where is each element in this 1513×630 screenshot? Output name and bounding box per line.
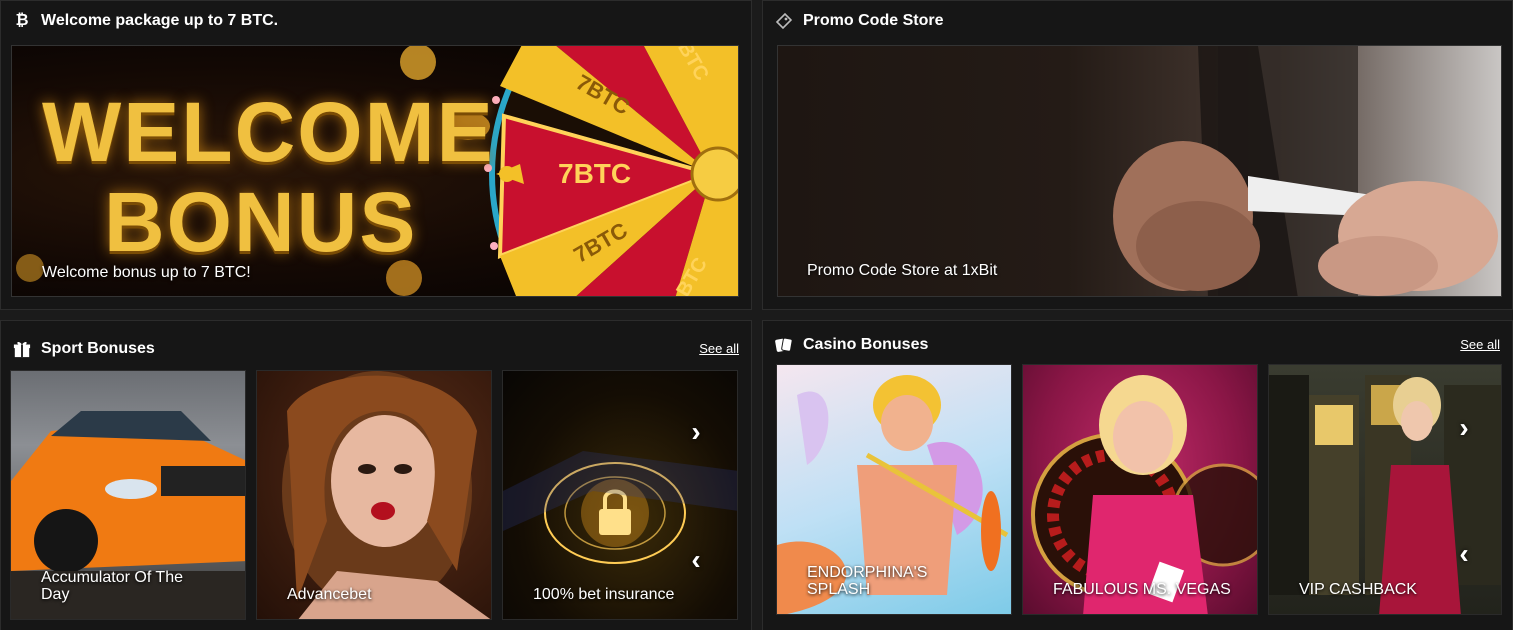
lock-network-image — [503, 451, 737, 564]
promo-panel-title: Promo Code Store — [803, 12, 944, 29]
casino-card-label: VIP CASHBACK — [1299, 581, 1417, 598]
sport-next-arrow[interactable]: › — [683, 416, 709, 447]
sport-panel-title: Sport Bonuses — [41, 340, 155, 357]
casino-card-label: ENDORPHINA'S SPLASH — [807, 564, 928, 598]
ticket-icon — [775, 12, 793, 30]
slot-machines-image — [1269, 375, 1501, 614]
casino-card-fabulous-vegas[interactable]: FABULOUS MS. VEGAS — [1022, 364, 1258, 615]
sport-card-bet-insurance[interactable]: › ‹ 100% bet insurance — [502, 370, 738, 620]
bitcoin-icon: ₿ — [15, 12, 29, 29]
casino-panel-header: Casino Bonuses — [763, 325, 1512, 365]
sport-card-label: 100% bet insurance — [533, 586, 675, 603]
welcome-banner-caption: Welcome bonus up to 7 BTC! — [42, 264, 251, 281]
promo-panel: Promo Code Store Promo Code Store at 1xB… — [762, 0, 1513, 310]
casino-card-vip-cashback[interactable]: › ‹ VIP CASHBACK — [1268, 364, 1502, 615]
welcome-banner-title-2: BONUS — [104, 175, 418, 269]
gift-icon — [13, 340, 31, 358]
casino-next-arrow[interactable]: › — [1451, 412, 1477, 443]
sport-prev-arrow[interactable]: ‹ — [683, 544, 709, 575]
welcome-panel: ₿ Welcome package up to 7 BTC. 7BTC 7BTC… — [0, 0, 752, 310]
promo-banner-caption: Promo Code Store at 1xBit — [807, 262, 998, 279]
casino-card-label: FABULOUS MS. VEGAS — [1053, 581, 1231, 598]
sport-panel-header: Sport Bonuses — [1, 329, 751, 369]
sport-see-all-link[interactable]: See all — [699, 341, 739, 356]
promo-panel-header: Promo Code Store — [763, 1, 1512, 41]
promo-code-store-banner[interactable]: Promo Code Store at 1xBit — [777, 45, 1502, 297]
sport-card-advancebet[interactable]: Advancebet — [256, 370, 492, 620]
casino-card-endorphina[interactable]: ENDORPHINA'S SPLASH — [776, 364, 1012, 615]
sport-card-label: Advancebet — [287, 586, 372, 603]
casino-see-all-link[interactable]: See all — [1460, 337, 1500, 352]
casino-prev-arrow[interactable]: ‹ — [1451, 538, 1477, 569]
welcome-panel-title: Welcome package up to 7 BTC. — [41, 12, 279, 29]
promo-banner-art — [1113, 46, 1498, 296]
sport-card-accumulator[interactable]: Accumulator Of The Day — [10, 370, 246, 620]
casino-panel-title: Casino Bonuses — [803, 336, 929, 353]
cards-icon — [775, 336, 793, 354]
woman-portrait-image — [282, 371, 491, 619]
welcome-panel-header: ₿ Welcome package up to 7 BTC. — [1, 1, 751, 41]
roulette-woman-image — [1031, 375, 1257, 614]
sport-card-label: Accumulator Of The Day — [41, 569, 183, 603]
wheel-label-2: 7BTC — [558, 158, 632, 189]
welcome-banner-title-1: WELCOME — [42, 85, 495, 179]
welcome-bonus-banner[interactable]: 7BTC 7BTC 7BTC BTC BTC WELCOME BONUS Wel… — [11, 45, 739, 297]
